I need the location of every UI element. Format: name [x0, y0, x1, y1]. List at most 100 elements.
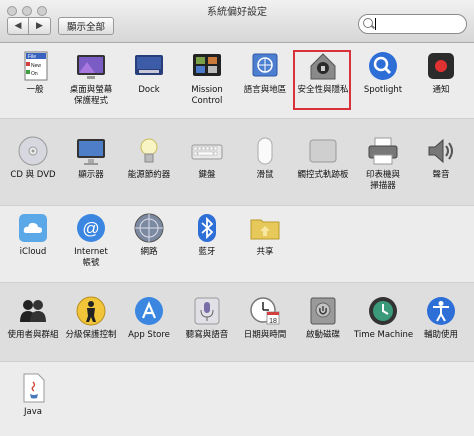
pref-users[interactable]: 使用者與群組	[4, 295, 62, 341]
svg-text:New: New	[31, 63, 41, 69]
pref-label: 顯示器	[78, 170, 104, 180]
startup-disk-icon	[307, 295, 339, 327]
pref-icloud[interactable]: iCloud	[4, 212, 62, 258]
pref-trackpad[interactable]: 觸控式軌跡板	[294, 135, 352, 181]
pref-row-internet: iCloud @ Internet 帳號 網路 藍牙 共享	[0, 212, 474, 282]
pref-dictation[interactable]: 聽寫與語音	[178, 295, 236, 341]
internet-accounts-icon: @	[75, 212, 107, 244]
pref-label: 鍵盤	[198, 170, 216, 180]
title-bar: 系統偏好設定 ◀ ▶ 顯示全部	[0, 0, 474, 43]
pref-label: 聽寫與語音	[185, 330, 229, 340]
pref-label: iCloud	[19, 247, 47, 257]
svg-text:18: 18	[269, 318, 277, 325]
pref-dock[interactable]: Dock	[120, 50, 178, 96]
svg-text:On: On	[31, 71, 38, 77]
pref-appstore[interactable]: App Store	[120, 295, 178, 341]
java-icon	[17, 372, 49, 404]
trackpad-icon	[307, 135, 339, 167]
pref-language[interactable]: 語言與地區	[236, 50, 294, 96]
energy-icon	[133, 135, 165, 167]
pref-label: 使用者與群組	[7, 330, 59, 340]
datetime-icon: 18	[249, 295, 281, 327]
back-button[interactable]: ◀	[7, 17, 29, 35]
pref-label: 啟動磁碟	[305, 330, 340, 340]
forward-button[interactable]: ▶	[29, 17, 51, 35]
pref-label: 滑鼠	[256, 170, 274, 180]
general-icon: File New On	[19, 50, 51, 82]
mouse-icon	[249, 135, 281, 167]
pref-bluetooth[interactable]: 藍牙	[178, 212, 236, 258]
desktop-icon	[75, 50, 107, 82]
language-icon	[249, 50, 281, 82]
sharing-icon	[249, 212, 281, 244]
pref-label: 一般	[26, 85, 44, 95]
pref-sound[interactable]: 聲音	[412, 135, 470, 181]
pref-row-personal: File New On 一般 桌面與螢幕 保護程式 Dock Mission Co	[0, 50, 474, 112]
pref-row-system: 使用者與群組 分級保護控制 App Store 聽寫與語音 18 日期與時間 啟…	[0, 282, 474, 362]
cd-dvd-icon	[17, 135, 49, 167]
search-input[interactable]	[358, 14, 467, 34]
pref-sharing[interactable]: 共享	[236, 212, 294, 258]
pref-cd-dvd[interactable]: CD 與 DVD	[4, 135, 62, 181]
pref-label: 通知	[432, 85, 450, 95]
text-cursor	[375, 18, 376, 30]
pref-label: Dock	[138, 85, 160, 95]
mission-control-icon	[191, 50, 223, 82]
svg-text:File: File	[28, 54, 36, 60]
parental-icon	[75, 295, 107, 327]
pref-startup-disk[interactable]: 啟動磁碟	[294, 295, 352, 341]
pref-display[interactable]: 顯示器	[62, 135, 120, 181]
pref-label: 分級保護控制	[65, 330, 117, 340]
pref-spotlight[interactable]: Spotlight	[354, 50, 412, 96]
dictation-icon	[191, 295, 223, 327]
printer-icon	[367, 135, 399, 167]
pref-mission-control[interactable]: Mission Control	[178, 50, 236, 107]
pref-label: CD 與 DVD	[10, 170, 56, 180]
pref-label: Spotlight	[363, 85, 403, 95]
pref-label: 藍牙	[198, 247, 216, 257]
network-icon	[133, 212, 165, 244]
pref-label: 桌面與螢幕 保護程式	[69, 85, 113, 106]
display-icon	[75, 135, 107, 167]
pref-network[interactable]: 網路	[120, 212, 178, 258]
appstore-icon	[133, 295, 165, 327]
pref-energy[interactable]: 能源節約器	[120, 135, 178, 181]
pref-parental[interactable]: 分級保護控制	[62, 295, 120, 341]
pref-label: Internet 帳號	[74, 247, 108, 268]
pref-label: Java	[24, 407, 42, 417]
pref-label: App Store	[128, 330, 170, 340]
notifications-icon	[425, 50, 457, 82]
svg-text:@: @	[82, 219, 99, 238]
keyboard-icon	[191, 135, 223, 167]
pref-desktop[interactable]: 桌面與螢幕 保護程式	[62, 50, 120, 107]
pref-general[interactable]: File New On 一般	[6, 50, 64, 96]
pref-mouse[interactable]: 滑鼠	[236, 135, 294, 181]
pref-label: 能源節約器	[127, 170, 171, 180]
pref-label: 觸控式軌跡板	[297, 170, 349, 180]
pref-row-hardware: CD 與 DVD 顯示器 能源節約器 鍵盤 滑鼠 觸控式軌跡板 印表機與 掃描器…	[0, 118, 474, 206]
pref-row-other: Java	[0, 372, 474, 432]
pref-printers[interactable]: 印表機與 掃描器	[354, 135, 412, 192]
pref-timemachine[interactable]: Time Machine	[354, 295, 414, 341]
pref-label: 共享	[256, 247, 274, 257]
nav-buttons: ◀ ▶	[7, 17, 51, 35]
pref-label: 網路	[140, 247, 158, 257]
pref-label: 語言與地區	[243, 85, 287, 95]
timemachine-icon	[367, 295, 399, 327]
pref-label: Time Machine	[354, 330, 414, 340]
pref-internet-accounts[interactable]: @ Internet 帳號	[62, 212, 120, 269]
dock-icon	[133, 50, 165, 82]
pref-java[interactable]: Java	[4, 372, 62, 418]
pref-datetime[interactable]: 18 日期與時間	[236, 295, 294, 341]
pref-keyboard[interactable]: 鍵盤	[178, 135, 236, 181]
pref-label: 聲音	[432, 170, 450, 180]
pref-notifications[interactable]: 通知	[412, 50, 470, 96]
pref-label: 日期與時間	[243, 330, 287, 340]
pref-accessibility[interactable]: 輔助使用	[412, 295, 470, 341]
bluetooth-icon	[191, 212, 223, 244]
sound-icon	[425, 135, 457, 167]
accessibility-icon	[425, 295, 457, 327]
icloud-icon	[17, 212, 49, 244]
pref-label: 印表機與 掃描器	[365, 170, 400, 191]
show-all-button[interactable]: 顯示全部	[58, 17, 115, 35]
